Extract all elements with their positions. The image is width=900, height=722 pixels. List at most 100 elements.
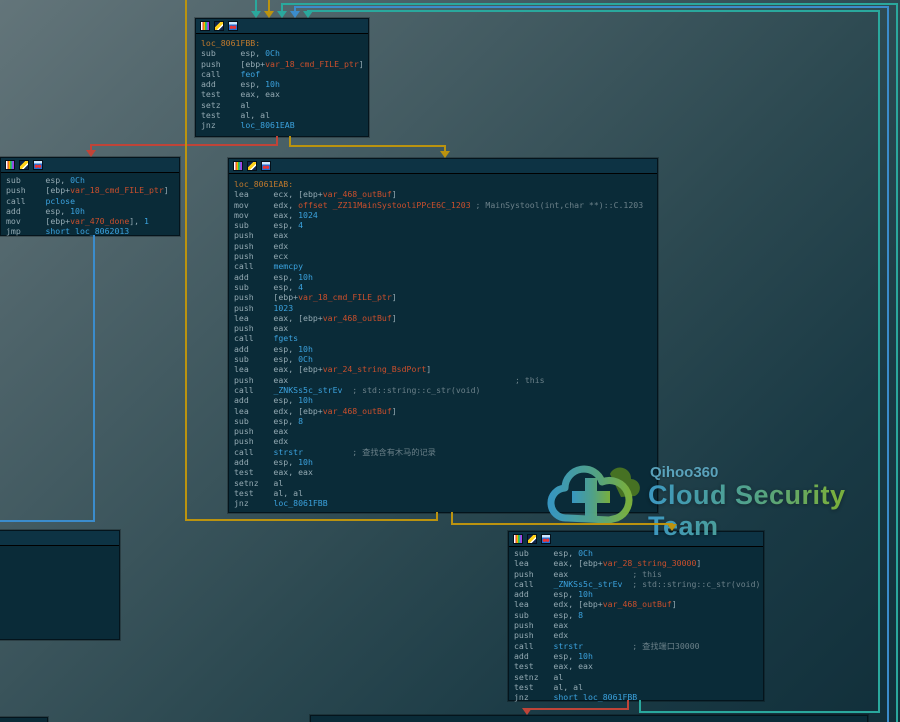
edge-jmp-loc_8062013 [93, 235, 95, 522]
node-code: sub esp, 0Chpush [ebp+var_18_cmd_FILE_pt… [1, 173, 179, 237]
asm-line: call fgets [234, 333, 657, 343]
asm-line: test al, al [201, 110, 368, 120]
asm-line: push edx [514, 630, 763, 640]
asm-line: push eax [514, 620, 763, 630]
asm-line: add esp, 10h [201, 79, 368, 89]
asm-line: call pclose [6, 196, 179, 206]
asm-line: add esp, 10h [514, 651, 763, 661]
edge-incoming-blue [294, 6, 296, 13]
screenshot-icon[interactable] [228, 21, 238, 31]
edge-to-port30000-block [671, 523, 673, 526]
asm-line: lea ecx, [ebp+var_468_outBuf] [234, 189, 657, 199]
asm-line: sub esp, 0Ch [234, 354, 657, 364]
asm-line: test eax, eax [201, 89, 368, 99]
asm-line: lea eax, [ebp+var_468_outBuf] [234, 313, 657, 323]
asm-line: push eax [234, 230, 657, 240]
edge-incoming-blue [887, 6, 889, 722]
asm-line: add esp, 10h [234, 344, 657, 354]
asm-line: sub esp, 8 [234, 416, 657, 426]
asm-line: jnz loc_8061FBB [234, 498, 657, 508]
asm-line: lea edx, [ebp+var_468_outBuf] [514, 599, 763, 609]
asm-line: mov [ebp+var_470_done], 1 [6, 216, 179, 226]
edge-incoming-teal-right [896, 3, 898, 722]
edge-taken-to-loc_8061EAB [289, 145, 446, 147]
asm-line: sub esp, 4 [234, 282, 657, 292]
edge-incoming-yellow-top [268, 0, 270, 13]
asm-line: push [ebp+var_18_cmd_FILE_ptr] [234, 292, 657, 302]
asm-line: sub esp, 0Ch [514, 548, 763, 558]
asm-line: jnz loc_8061EAB [201, 120, 368, 130]
node-port30000-block[interactable]: sub esp, 0Chlea eax, [ebp+var_28_string_… [508, 531, 764, 701]
edge-fallthrough-bottom [526, 708, 629, 710]
asm-line: setnz al [234, 478, 657, 488]
screenshot-icon[interactable] [33, 160, 43, 170]
asm-line: push eax ; this [234, 375, 657, 385]
asm-line: add esp, 10h [234, 457, 657, 467]
palette-icon[interactable] [513, 534, 523, 544]
edge-to-port30000-block [451, 523, 673, 525]
asm-line: loc_8061FBB: [201, 38, 368, 48]
asm-line: call memcpy [234, 261, 657, 271]
pen-icon[interactable] [214, 21, 224, 31]
asm-line: mov edx, offset _ZZ11MainSystooliPPcE6C_… [234, 200, 657, 210]
asm-line: lea eax, [ebp+var_24_string_BsdPort] [234, 364, 657, 374]
asm-line: push [ebp+var_18_cmd_FILE_ptr] [201, 59, 368, 69]
graph-view-canvas[interactable]: loc_8061FBB:sub esp, 0Chpush [ebp+var_18… [0, 0, 900, 722]
edge-jmp-loc_8062013 [0, 520, 95, 522]
asm-line: call strstr ; 查找含有木马的记录 [234, 447, 657, 457]
node-code: loc_8061EAB:lea ecx, [ebp+var_468_outBuf… [229, 174, 657, 509]
asm-line: loc_8061EAB: [234, 179, 657, 189]
screenshot-icon[interactable] [541, 534, 551, 544]
pen-icon[interactable] [247, 161, 257, 171]
node-partial-left[interactable]: string() [0, 530, 120, 640]
edge-incoming-blue [294, 6, 889, 8]
pen-icon[interactable] [527, 534, 537, 544]
asm-line: sub esp, 4 [234, 220, 657, 230]
edge-incoming-teal-right [281, 3, 898, 5]
edge-fallthrough-bottom [526, 708, 528, 710]
asm-line: push eax [234, 426, 657, 436]
asm-line: lea edx, [ebp+var_468_outBuf] [234, 406, 657, 416]
asm-line: add esp, 10h [6, 206, 179, 216]
asm-line: add esp, 10h [234, 272, 657, 282]
node-title-bar[interactable] [196, 19, 368, 34]
asm-line: call strstr ; 查找端口30000 [514, 641, 763, 651]
node-title-bar[interactable] [229, 159, 657, 174]
node-code: loc_8061FBB:sub esp, 0Chpush [ebp+var_18… [196, 34, 368, 131]
node-loc_8061EAB[interactable]: loc_8061EAB:lea ecx, [ebp+var_468_outBuf… [228, 158, 658, 513]
asm-line: setz al [201, 100, 368, 110]
palette-icon[interactable] [5, 160, 15, 170]
node-title-bar[interactable] [509, 532, 763, 547]
asm-line: add esp, 10h [234, 395, 657, 405]
screenshot-icon[interactable] [261, 161, 271, 171]
watermark-brand: Qihoo360 [650, 464, 718, 481]
asm-line: sub esp, 8 [514, 610, 763, 620]
edge-taken-up-right [307, 10, 880, 12]
node-title-bar[interactable] [1, 158, 179, 173]
edge-taken-up-right [307, 10, 309, 13]
node-partial-bottom-wide[interactable] [310, 715, 868, 722]
node-title-bar[interactable] [0, 531, 119, 546]
asm-line: call _ZNKSs5c_strEv ; std::string::c_str… [234, 385, 657, 395]
asm-line: push eax ; this [514, 569, 763, 579]
asm-line: sub esp, 0Ch [201, 48, 368, 58]
asm-line: call feof [201, 69, 368, 79]
asm-line: setnz al [514, 672, 763, 682]
node-pclose-block[interactable]: sub esp, 0Chpush [ebp+var_18_cmd_FILE_pt… [0, 157, 180, 236]
asm-line: push eax [234, 323, 657, 333]
edge-taken-up-right [878, 10, 880, 713]
edge-taken-to-loc_8061EAB [444, 145, 446, 153]
asm-line: test al, al [514, 682, 763, 692]
edge-loop-back-left [185, 0, 187, 521]
node-partial-bottom-small[interactable] [0, 717, 48, 722]
node-code: sub esp, 0Chlea eax, [ebp+var_28_string_… [509, 547, 763, 702]
asm-line: add esp, 10h [514, 589, 763, 599]
asm-line: push edx [234, 436, 657, 446]
edge-fallthrough-to-pclose [90, 144, 92, 152]
node-loc_8061FBB[interactable]: loc_8061FBB:sub esp, 0Chpush [ebp+var_18… [195, 18, 369, 137]
palette-icon[interactable] [233, 161, 243, 171]
palette-icon[interactable] [200, 21, 210, 31]
edge-incoming-teal-right [281, 3, 283, 13]
pen-icon[interactable] [19, 160, 29, 170]
asm-line: push [ebp+var_18_cmd_FILE_ptr] [6, 185, 179, 195]
